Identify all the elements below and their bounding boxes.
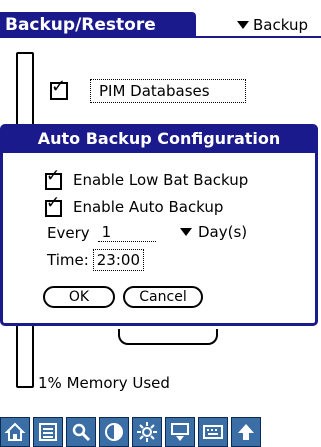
checkbox-checked-icon[interactable]	[45, 166, 63, 190]
checkbox-checked-icon[interactable]	[50, 76, 68, 100]
ok-button[interactable]: OK	[43, 286, 115, 308]
every-row: Every 1	[47, 223, 156, 242]
brightness-icon[interactable]	[132, 417, 162, 447]
auto-backup-label: Enable Auto Backup	[73, 198, 224, 216]
background-button[interactable]	[118, 329, 218, 345]
time-row: Time: 23:00	[47, 249, 144, 271]
time-selector[interactable]: 23:00	[92, 249, 144, 271]
low-bat-backup-label: Enable Low Bat Backup	[73, 171, 249, 189]
low-bat-backup-option[interactable]: Enable Low Bat Backup	[45, 166, 249, 190]
every-label: Every	[47, 223, 90, 242]
unit-label: Day(s)	[198, 223, 248, 241]
auto-backup-dialog: Auto Backup Configuration Enable Low Bat…	[0, 124, 318, 326]
category-dropdown[interactable]: Backup	[237, 12, 308, 38]
auto-backup-option[interactable]: Enable Auto Backup	[45, 193, 224, 217]
dialog-title: Auto Backup Configuration	[3, 127, 315, 153]
every-input[interactable]: 1	[97, 223, 156, 242]
sync-icon[interactable]	[165, 417, 195, 447]
app-title: Backup/Restore	[0, 12, 196, 38]
time-label: Time:	[47, 251, 89, 269]
category-label: Backup	[253, 16, 308, 34]
up-arrow-icon[interactable]	[231, 417, 261, 447]
contrast-icon[interactable]	[99, 417, 129, 447]
keyboard-icon[interactable]	[198, 417, 228, 447]
unit-dropdown[interactable]: Day(s)	[180, 223, 247, 241]
dropdown-arrow-icon	[180, 228, 192, 236]
dropdown-arrow-icon	[237, 21, 249, 29]
cancel-button[interactable]: Cancel	[123, 286, 203, 308]
memory-status: 1% Memory Used	[38, 374, 170, 392]
list-icon[interactable]	[33, 417, 63, 447]
checkbox-checked-icon[interactable]	[45, 193, 63, 217]
search-icon[interactable]	[66, 417, 96, 447]
list-item-label: PIM Databases	[90, 79, 246, 103]
home-icon[interactable]	[0, 417, 30, 447]
system-toolbar	[0, 417, 321, 447]
list-item[interactable]: PIM Databases	[50, 76, 246, 104]
